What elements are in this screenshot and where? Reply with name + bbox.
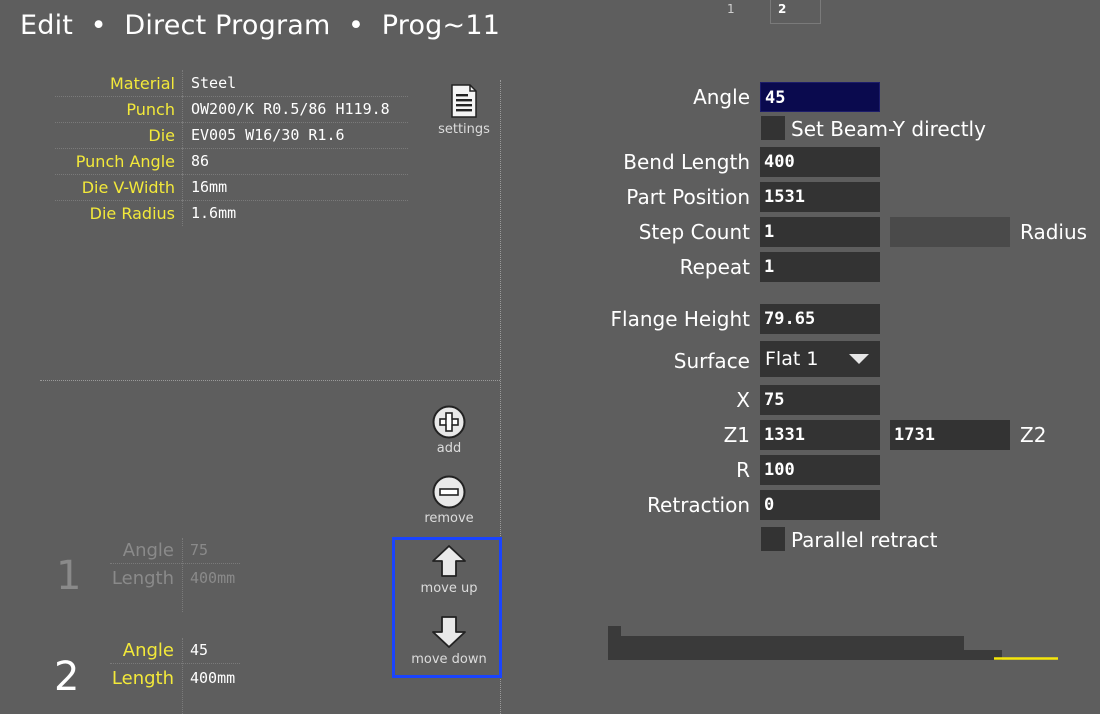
horizontal-divider bbox=[40, 380, 500, 381]
radius-label: Radius bbox=[1020, 220, 1088, 244]
settings-document-icon bbox=[451, 84, 477, 118]
info-label: Punch bbox=[126, 100, 175, 119]
info-value: 86 bbox=[191, 152, 210, 170]
parallel-retract-label: Parallel retract bbox=[791, 528, 938, 552]
bend-length-label: Length bbox=[111, 668, 174, 689]
bend-number: 1 bbox=[56, 553, 82, 599]
chevron-down-icon bbox=[849, 354, 869, 364]
info-label: Punch Angle bbox=[75, 152, 175, 171]
page-title: Edit • Direct Program • Prog~11 bbox=[20, 10, 501, 41]
info-row-material: Material Steel bbox=[55, 70, 408, 97]
bend-length-field[interactable]: 400 bbox=[760, 147, 880, 177]
info-row-die-radius: Die Radius 1.6mm bbox=[55, 200, 408, 226]
remove-label: remove bbox=[424, 511, 474, 526]
info-value: Steel bbox=[191, 74, 237, 92]
info-row-punch-angle: Punch Angle 86 bbox=[55, 148, 408, 175]
page-tab-1[interactable]: 1 bbox=[720, 0, 770, 24]
z2-field[interactable]: 1731 bbox=[890, 420, 1010, 450]
page-tab-2[interactable]: 2 bbox=[770, 0, 821, 24]
plus-circle-icon bbox=[432, 405, 466, 439]
info-label: Material bbox=[110, 74, 175, 93]
info-row-die-v-width: Die V-Width 16mm bbox=[55, 174, 408, 201]
bend-preview bbox=[608, 626, 1058, 660]
move-down-label: move down bbox=[411, 652, 487, 667]
bend-angle-value: 75 bbox=[190, 541, 209, 559]
settings-label: settings bbox=[438, 122, 490, 137]
minus-circle-icon bbox=[432, 475, 466, 509]
surface-dropdown[interactable]: Flat 1 bbox=[760, 341, 880, 377]
info-value: 16mm bbox=[191, 178, 228, 196]
parallel-retract-checkbox[interactable] bbox=[761, 527, 785, 551]
step-count-label: Step Count bbox=[638, 220, 750, 244]
info-label: Die V-Width bbox=[81, 178, 175, 197]
info-value: OW200/K R0.5/86 H119.8 bbox=[191, 100, 390, 118]
flange-height-field[interactable]: 79.65 bbox=[760, 304, 880, 334]
part-position-field[interactable]: 1531 bbox=[760, 182, 880, 212]
z1-label: Z1 bbox=[723, 423, 750, 447]
add-label: add bbox=[436, 441, 462, 456]
bend-number: 2 bbox=[54, 654, 80, 700]
repeat-field[interactable]: 1 bbox=[760, 252, 880, 282]
info-label: Die bbox=[148, 126, 175, 145]
move-up-button[interactable]: move up bbox=[399, 545, 499, 601]
info-row-die: Die EV005 W16/30 R1.6 bbox=[55, 122, 408, 149]
set-beam-y-checkbox[interactable] bbox=[761, 116, 785, 140]
arrow-up-icon bbox=[432, 545, 466, 577]
surface-label: Surface bbox=[673, 349, 750, 373]
arrow-down-icon bbox=[432, 616, 466, 648]
bend-length-label: Bend Length bbox=[623, 150, 750, 174]
retraction-field[interactable]: 0 bbox=[760, 490, 880, 520]
info-label: Die Radius bbox=[89, 204, 175, 223]
x-field[interactable]: 75 bbox=[760, 385, 880, 415]
bend-angle-label: Angle bbox=[122, 540, 174, 561]
move-up-label: move up bbox=[420, 581, 478, 596]
flange-height-label: Flange Height bbox=[610, 307, 750, 331]
z2-label: Z2 bbox=[1020, 423, 1047, 447]
x-label: X bbox=[736, 388, 750, 412]
set-beam-y-label: Set Beam-Y directly bbox=[791, 117, 986, 141]
info-value: 1.6mm bbox=[191, 204, 237, 222]
bend-angle-label: Angle bbox=[122, 640, 174, 661]
remove-button[interactable]: remove bbox=[399, 475, 499, 527]
bend-length-value: 400mm bbox=[190, 569, 236, 587]
r-label: R bbox=[736, 458, 750, 482]
step-count-field[interactable]: 1 bbox=[760, 217, 880, 247]
surface-value: Flat 1 bbox=[765, 348, 819, 370]
part-position-label: Part Position bbox=[626, 185, 750, 209]
radius-field[interactable] bbox=[890, 217, 1010, 247]
z1-field[interactable]: 1331 bbox=[760, 420, 880, 450]
repeat-label: Repeat bbox=[679, 255, 750, 279]
angle-field[interactable]: 45 bbox=[760, 82, 880, 112]
info-value: EV005 W16/30 R1.6 bbox=[191, 126, 345, 144]
angle-label: Angle bbox=[693, 85, 750, 109]
info-row-punch: Punch OW200/K R0.5/86 H119.8 bbox=[55, 96, 408, 123]
bend-angle-value: 45 bbox=[190, 641, 209, 659]
retraction-label: Retraction bbox=[647, 493, 750, 517]
bend-length-value: 400mm bbox=[190, 669, 236, 687]
r-field[interactable]: 100 bbox=[760, 455, 880, 485]
move-down-button[interactable]: move down bbox=[399, 616, 499, 670]
bend-length-label: Length bbox=[111, 568, 174, 589]
add-button[interactable]: add bbox=[399, 405, 499, 457]
